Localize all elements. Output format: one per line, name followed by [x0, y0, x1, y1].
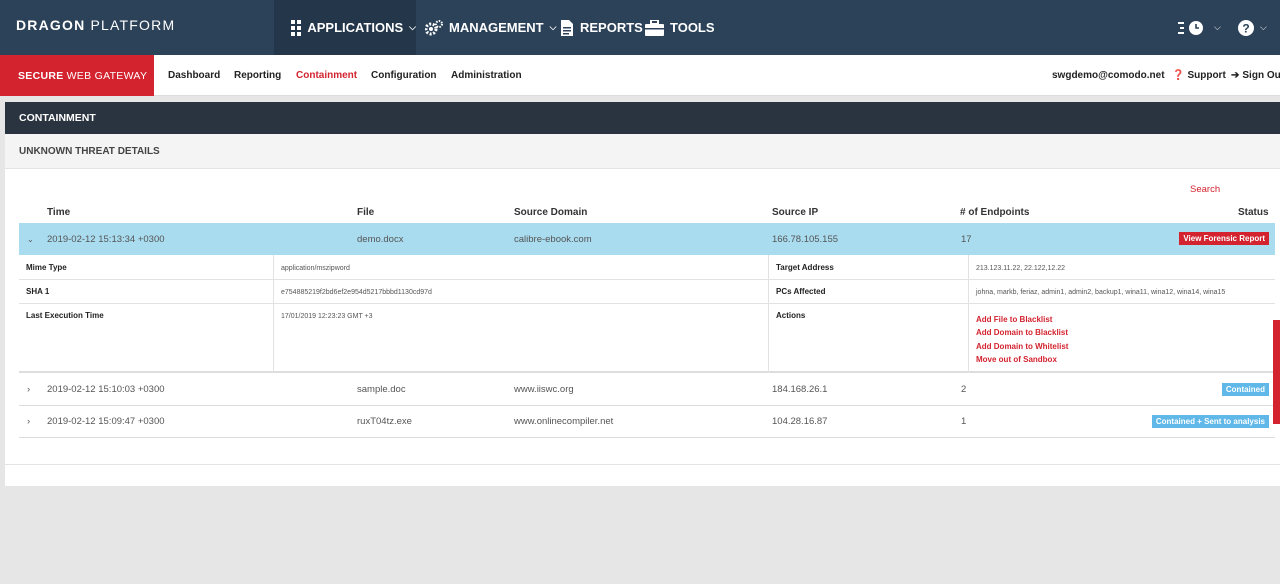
subnav-configuration[interactable]: Configuration: [371, 55, 437, 96]
product-label[interactable]: SECURE WEB GATEWAY: [0, 55, 154, 96]
subnav-administration[interactable]: Administration: [451, 55, 522, 96]
search-link[interactable]: Search: [1190, 184, 1220, 195]
add-domain-whitelist-link[interactable]: Add Domain to Whitelist: [976, 342, 1068, 351]
nav-applications-label: APPLICATIONS: [307, 20, 404, 35]
details-divider: [768, 255, 769, 373]
chevron-down-icon: ⌵: [1214, 22, 1221, 32]
col-time[interactable]: Time: [47, 207, 70, 218]
signout-icon: ➔: [1231, 70, 1240, 81]
sha1-value: e754885219f2bd6ef2e954d5217bbbd1130cd97d: [281, 289, 432, 296]
table-row[interactable]: › 2019-02-12 15:09:47 +0300 ruxT04tz.exe…: [19, 406, 1275, 438]
grid-icon: [291, 19, 301, 36]
sha1-label: SHA 1: [26, 287, 50, 296]
row-file: demo.docx: [357, 233, 404, 245]
chevron-right-icon[interactable]: ›: [27, 406, 30, 437]
row-domain: www.onlinecompiler.net: [514, 416, 614, 427]
subnav-dashboard[interactable]: Dashboard: [168, 55, 220, 96]
row-endpoints: 17: [961, 233, 972, 245]
help-icon: ?: [1238, 19, 1254, 36]
document-icon: [561, 19, 573, 36]
toolbox-icon: [645, 19, 664, 36]
details-divider: [273, 255, 274, 373]
support-link[interactable]: ❓ Support: [1172, 55, 1226, 96]
nav-management[interactable]: MANAGEMENT ⌵: [425, 0, 556, 55]
chevron-right-icon[interactable]: ›: [27, 374, 30, 405]
nav-applications[interactable]: APPLICATIONS ⌵: [274, 0, 416, 55]
signout-label: Sign Ou: [1242, 70, 1280, 81]
nav-management-label: MANAGEMENT: [449, 20, 544, 35]
table-row[interactable]: › 2019-02-12 15:10:03 +0300 sample.doc w…: [19, 374, 1275, 406]
chevron-down-icon: ⌵: [549, 22, 557, 32]
row-domain: www.iiswc.org: [514, 384, 574, 395]
nav-tools-label: TOOLS: [670, 20, 715, 35]
row-time: 2019-02-12 15:09:47 +0300: [47, 416, 165, 427]
status-badge: Contained: [1221, 383, 1269, 396]
last-execution-label: Last Execution Time: [26, 311, 104, 320]
row-ip: 104.28.16.87: [772, 416, 828, 427]
last-execution-value: 17/01/2019 12:23:23 GMT +3: [281, 313, 373, 320]
product-light: WEB GATEWAY: [66, 69, 148, 82]
target-address-value: 213.123.11.22, 22.122,12.22: [976, 265, 1066, 272]
row-file: sample.doc: [357, 384, 406, 395]
nav-reports-label: REPORTS: [580, 20, 643, 35]
recent-activity-menu[interactable]: ⌵: [1178, 0, 1221, 55]
mime-type-value: application/mszipword: [281, 265, 350, 272]
product-navbar: SECURE WEB GATEWAY Dashboard Reporting C…: [0, 55, 1280, 96]
help-menu[interactable]: ? ⌵: [1238, 0, 1267, 55]
pcs-affected-value: johna, markb, feriaz, admin1, admin2, ba…: [976, 289, 1226, 296]
nav-reports[interactable]: REPORTS: [560, 0, 643, 55]
actions-label: Actions: [776, 311, 806, 320]
help-circle-icon: ❓: [1172, 70, 1185, 81]
add-file-blacklist-link[interactable]: Add File to Blacklist: [976, 315, 1052, 324]
move-out-sandbox-link[interactable]: Move out of Sandbox: [976, 355, 1057, 364]
feedback-tab[interactable]: [1273, 320, 1280, 424]
col-file[interactable]: File: [357, 207, 374, 218]
row-time: 2019-02-12 15:13:34 +0300: [47, 233, 165, 245]
details-divider: [968, 255, 969, 373]
row-time: 2019-02-12 15:10:03 +0300: [47, 384, 165, 395]
chevron-down-icon: ⌵: [409, 22, 416, 32]
support-label: Support: [1187, 70, 1226, 81]
history-clock-icon: [1178, 20, 1203, 35]
nav-tools[interactable]: TOOLS: [645, 0, 715, 55]
brand-bold: DRAGON: [16, 17, 86, 33]
subnav-reporting[interactable]: Reporting: [234, 55, 281, 96]
details-divider: [19, 303, 1275, 304]
row-ip: 184.168.26.1: [772, 384, 828, 395]
col-endpoints[interactable]: # of Endpoints: [960, 207, 1029, 218]
panel-subtitle: UNKNOWN THREAT DETAILS: [5, 134, 1280, 169]
panel-title: CONTAINMENT: [5, 102, 1280, 134]
product-bold: SECURE: [18, 69, 64, 82]
containment-panel: CONTAINMENT UNKNOWN THREAT DETAILS Searc…: [5, 102, 1280, 486]
brand-light: PLATFORM: [90, 17, 176, 33]
threat-details: Mime Type application/mszipword SHA 1 e7…: [19, 255, 1275, 373]
add-domain-blacklist-link[interactable]: Add Domain to Blacklist: [976, 328, 1068, 337]
view-forensic-report-button[interactable]: View Forensic Report: [1179, 232, 1269, 245]
col-source-domain[interactable]: Source Domain: [514, 207, 587, 218]
svg-text:?: ?: [1242, 21, 1249, 35]
row-file: ruxT04tz.exe: [357, 416, 412, 427]
gears-icon: [425, 19, 443, 35]
target-address-label: Target Address: [776, 263, 834, 272]
panel-footer-divider: [5, 464, 1280, 465]
subnav-containment[interactable]: Containment: [296, 55, 357, 96]
mime-type-label: Mime Type: [26, 263, 67, 272]
chevron-down-icon: ⌵: [1260, 22, 1267, 32]
row-endpoints: 2: [961, 384, 967, 395]
user-email[interactable]: swgdemo@comodo.net: [1052, 55, 1165, 96]
table-row[interactable]: ⌄ 2019-02-12 15:13:34 +0300 demo.docx ca…: [19, 223, 1275, 255]
col-status[interactable]: Status: [1238, 207, 1269, 218]
top-navbar: DRAGON PLATFORM APPLICATIONS ⌵ MANAGEMEN…: [0, 0, 1280, 55]
row-endpoints: 1: [961, 416, 967, 427]
brand-logo[interactable]: DRAGON PLATFORM: [16, 17, 175, 33]
row-domain: calibre-ebook.com: [514, 233, 592, 245]
col-source-ip[interactable]: Source IP: [772, 207, 818, 218]
status-badge: Contained + Sent to analysis: [1151, 415, 1269, 428]
chevron-down-icon[interactable]: ⌄: [27, 223, 34, 255]
pcs-affected-label: PCs Affected: [776, 287, 826, 296]
signout-link[interactable]: ➔ Sign Ou: [1231, 55, 1280, 96]
row-ip: 166.78.105.155: [772, 233, 839, 245]
details-divider: [19, 279, 1275, 280]
